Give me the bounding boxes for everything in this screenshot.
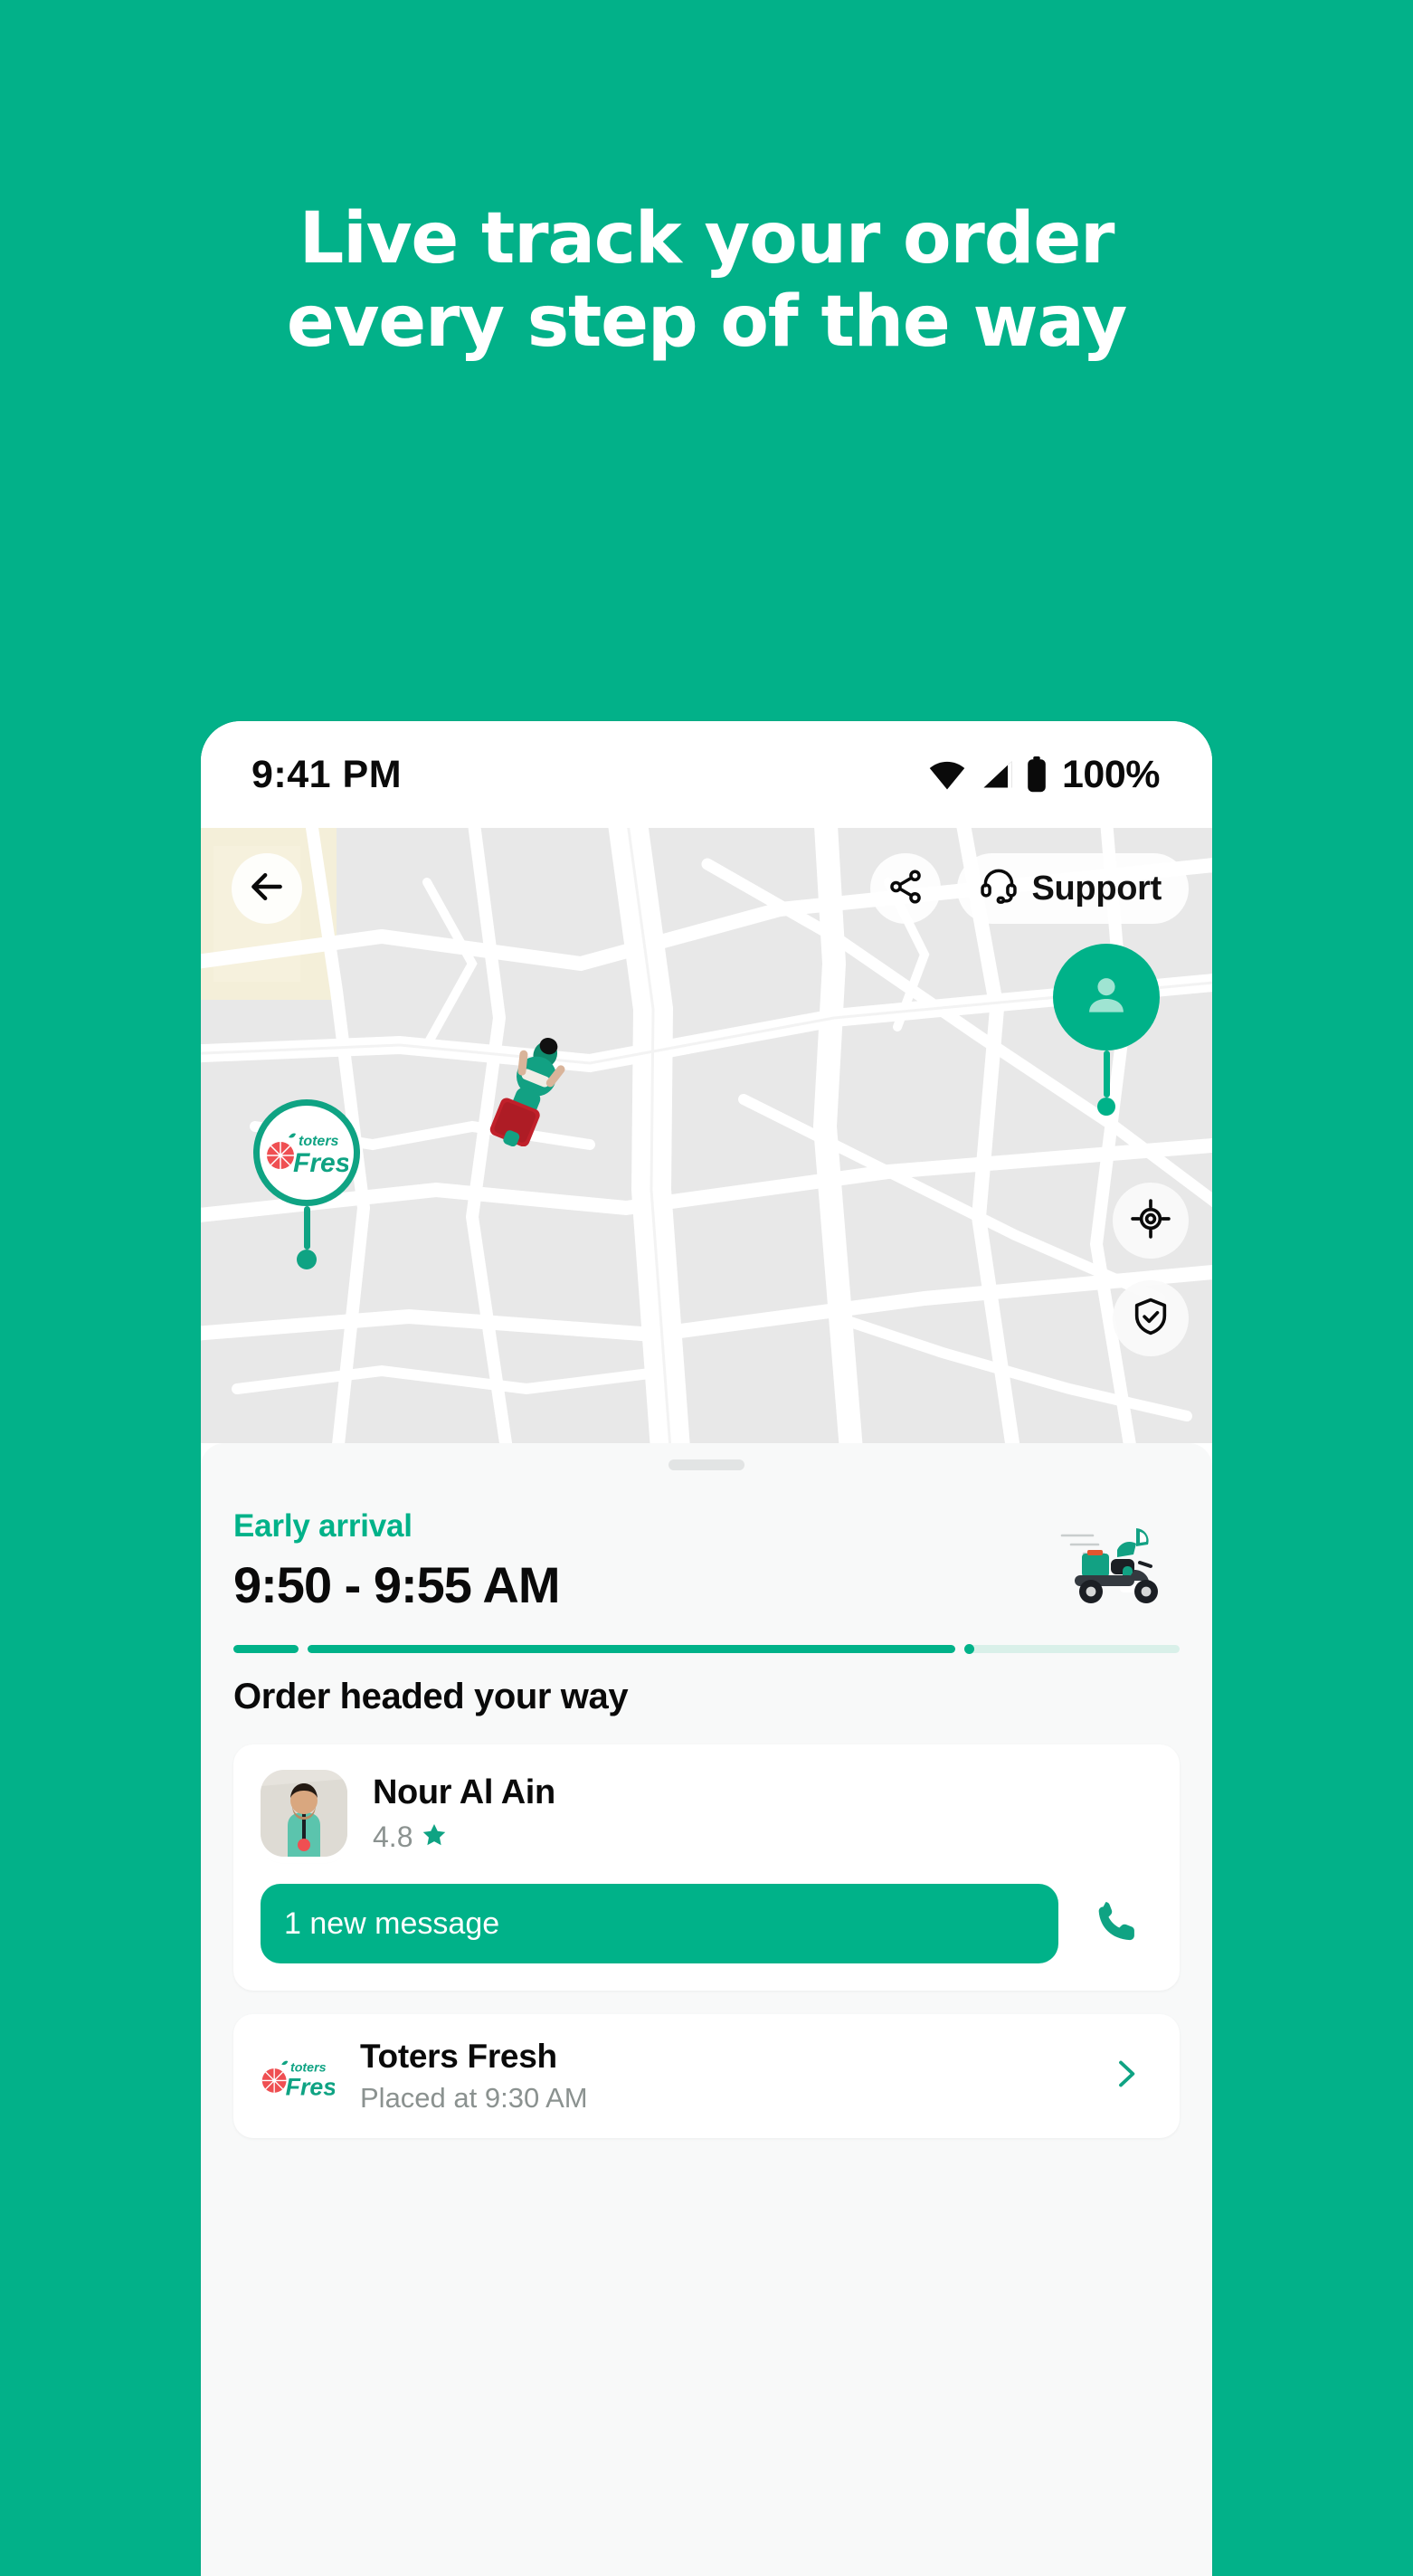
star-icon [421,1821,448,1853]
person-icon [1081,970,1132,1025]
courier-info-row[interactable]: Nour Al Ain 4.8 [261,1770,1152,1857]
progress-segment-3 [964,1644,1180,1654]
store-pin-dot [297,1250,317,1269]
cellular-signal-icon [979,759,1015,790]
courier-rating-value: 4.8 [373,1820,413,1853]
customer-pin-stem [1103,1050,1110,1098]
phone-mockup: 9:41 PM 100% Support toters Fre Early ar… [201,721,1212,2576]
eta-time: 9:50 - 9:55 AM [233,1556,561,1613]
battery-percent: 100% [1062,752,1160,796]
order-progress-bar [233,1644,1180,1654]
svg-text:Fresh: Fresh [286,2073,335,2100]
wifi-icon [927,759,967,790]
new-message-label: 1 new message [284,1906,500,1941]
courier-actions-row: 1 new message [261,1884,1152,1963]
scooter-courier-side-view-icon [1057,1514,1172,1612]
progress-segment-2 [308,1645,955,1653]
battery-icon [1027,756,1047,793]
status-bar-time: 9:41 PM [251,752,403,796]
store-placed-at: Placed at 9:30 AM [360,2082,588,2114]
call-courier-button[interactable] [1082,1888,1152,1959]
live-map[interactable]: Support toters Fre [201,828,1212,1443]
map-top-controls: Support [201,853,1212,924]
share-icon [887,868,925,910]
courier-card: Nour Al Ain 4.8 1 new message [233,1744,1180,1991]
headset-icon [979,864,1019,913]
svg-text:Fresh: Fresh [293,1148,348,1178]
toters-fresh-logo: toters Fresh [265,1123,367,1183]
sheet-drag-handle[interactable] [669,1459,744,1470]
courier-map-marker[interactable] [479,1020,588,1151]
chevron-right-icon [1107,2060,1143,2096]
order-stage-text: Order headed your way [233,1677,629,1716]
store-location-marker[interactable]: toters Fresh [253,1099,367,1269]
courier-name: Nour Al Ain [373,1773,555,1811]
status-bar-icons: 100% [927,753,1160,797]
store-pin-stem [303,1206,310,1250]
eta-row: Early arrival 9:50 - 9:55 AM [233,1508,1180,1614]
courier-text-block: Nour Al Ain 4.8 [373,1773,555,1854]
new-message-button[interactable]: 1 new message [261,1884,1058,1963]
status-bar: 9:41 PM 100% [201,721,1212,828]
crosshair-icon [1130,1198,1171,1244]
store-card-chevron[interactable] [1107,2056,1154,2096]
promo-headline-line-2: every step of the way [286,281,1127,364]
avatar [261,1770,347,1857]
svg-text:toters: toters [299,1134,339,1149]
eta-label: Early arrival [233,1508,413,1544]
customer-pin [1053,944,1160,1050]
scooter-courier-top-view-icon [479,1038,588,1150]
shield-check-icon [1130,1296,1171,1342]
back-arrow-icon [247,867,287,911]
share-button[interactable] [870,853,942,924]
store-name: Toters Fresh [360,2038,557,2075]
customer-pin-dot [1097,1098,1115,1116]
phone-icon [1092,1896,1143,1952]
safety-button[interactable] [1113,1280,1189,1356]
store-pin: toters Fresh [253,1099,367,1206]
order-bottom-sheet: Early arrival 9:50 - 9:55 AM Order heade… [201,1443,1212,2576]
eta-text-block: Early arrival 9:50 - 9:55 AM [233,1508,1057,1614]
toters-fresh-logo-small: toters Fresh [259,2051,337,2102]
promo-headline-line-1: Live track your order [299,198,1115,280]
map-side-controls [1113,1183,1189,1356]
store-text-block: Toters Fresh Placed at 9:30 AM [360,2038,1084,2115]
back-button[interactable] [232,853,302,924]
support-button[interactable]: Support [957,853,1189,924]
progress-segment-1 [233,1645,299,1653]
support-label: Support [1031,869,1162,908]
promo-headline: Live track your order every step of the … [0,197,1413,364]
customer-location-marker[interactable] [1053,944,1160,1116]
courier-rating: 4.8 [373,1820,555,1854]
store-order-card[interactable]: toters Fresh Toters Fresh Placed at 9:30… [233,2014,1180,2138]
locate-me-button[interactable] [1113,1183,1189,1259]
